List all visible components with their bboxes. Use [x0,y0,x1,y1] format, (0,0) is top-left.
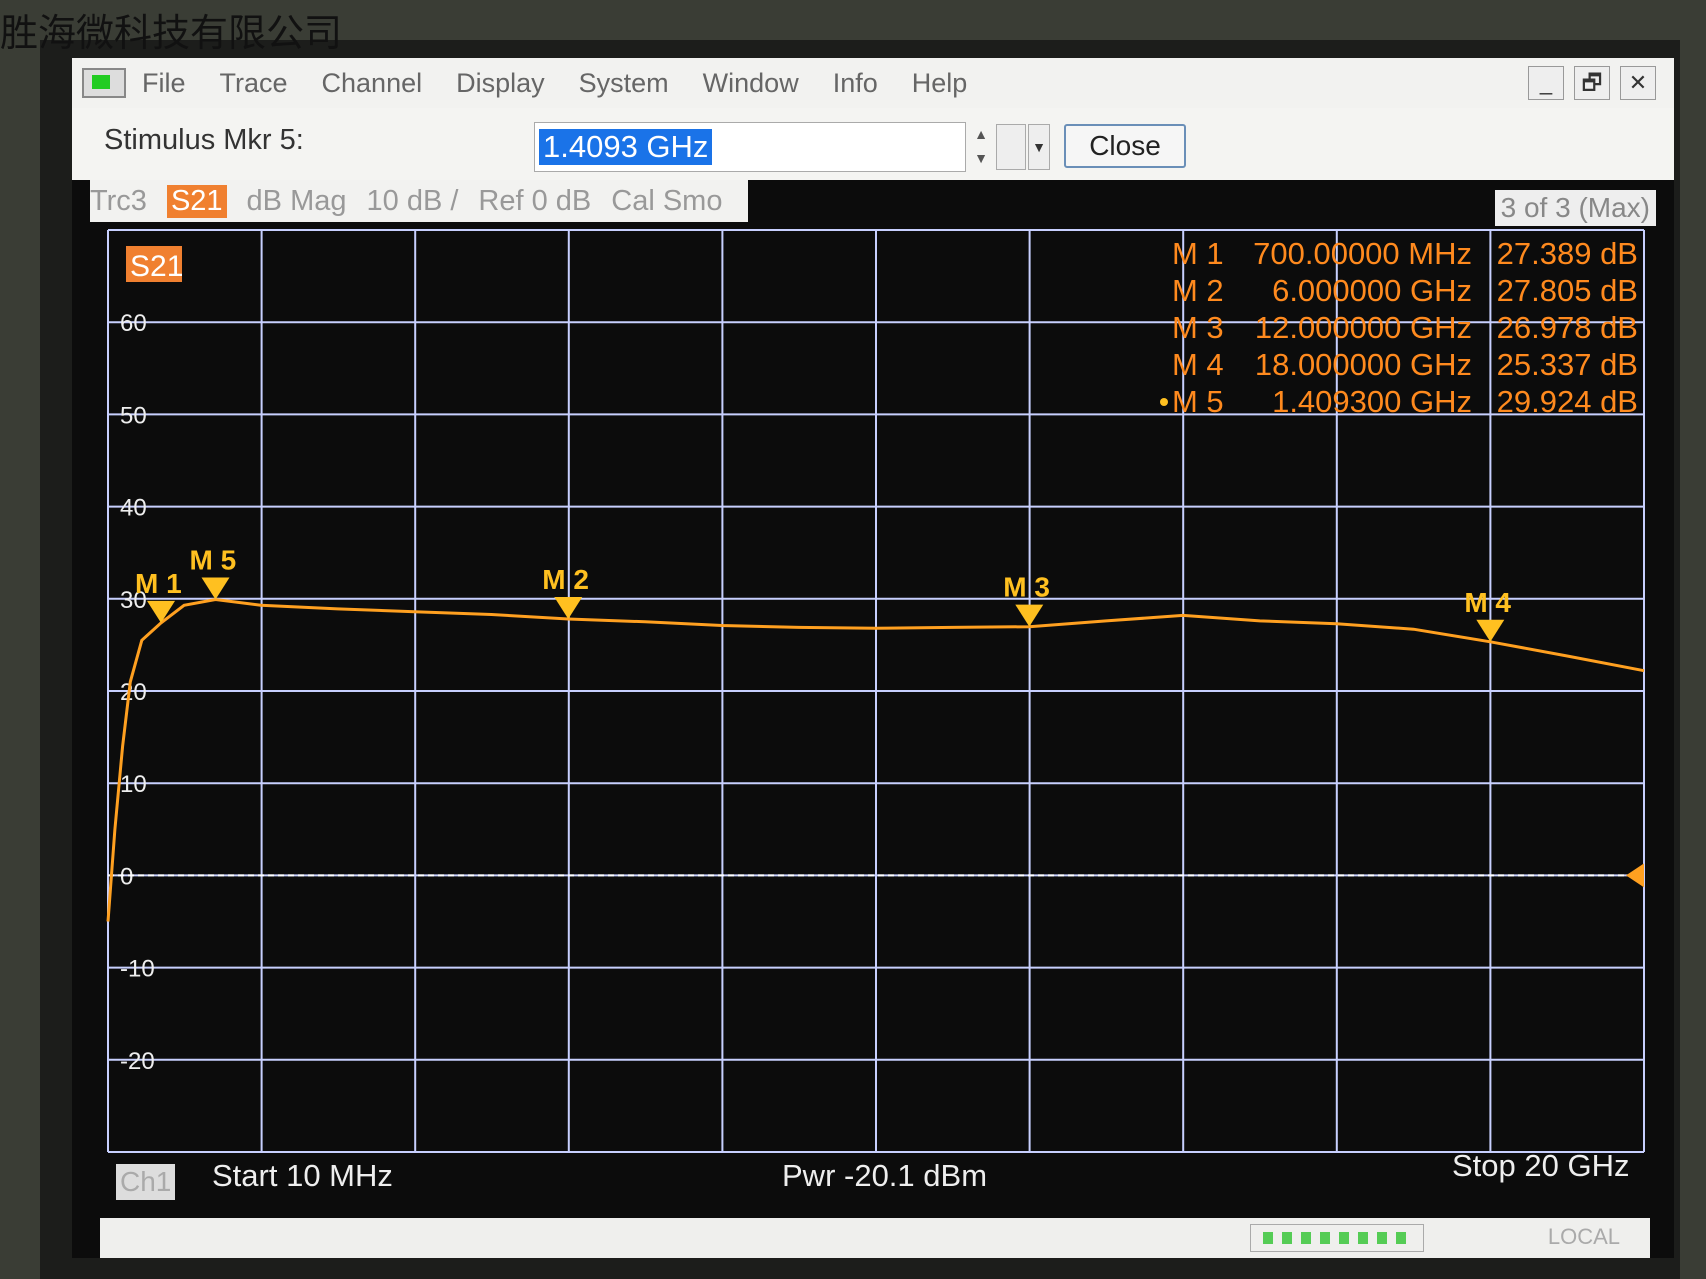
marker-table-label: M 1 [1172,236,1224,271]
y-tick-label: 50 [120,402,147,429]
active-marker-dot [1160,398,1168,406]
marker-triangle-icon [201,577,230,600]
marker-table-label: M 3 [1172,310,1224,345]
y-tick-label: -10 [120,956,155,983]
marker-table-value: 26.978 dB [1497,310,1638,345]
marker-table-value: 27.805 dB [1497,273,1638,308]
y-tick-labels: 6050403020100-10-20 [120,310,155,1075]
marker-table-label: M 4 [1172,347,1224,382]
local-indicator: LOCAL [1547,1224,1620,1249]
power-level[interactable]: Pwr -20.1 dBm [782,1158,987,1194]
marker-table-value: 27.389 dB [1497,236,1638,271]
y-tick-label: 10 [120,771,147,798]
marker-table-stimulus: 12.000000 GHz [1255,310,1472,345]
y-tick-label: 0 [120,863,133,890]
marker-table-stimulus: 1.409300 GHz [1272,384,1472,419]
start-freq[interactable]: Start 10 MHz [212,1158,393,1194]
plot-area: 6050403020100-10-20 M 1M 2M 3M 4M 5 S21 … [106,229,1645,1153]
marker-label: M 2 [542,564,589,595]
status-bar: LOCAL [100,1218,1650,1258]
marker-triangle-icon [1476,619,1505,642]
marker-label: M 5 [190,545,237,576]
marker-table-stimulus: 700.00000 MHz [1253,236,1472,271]
marker-table-value: 29.924 dB [1497,384,1638,419]
marker-table-label: M 2 [1172,273,1224,308]
marker-table-label: M 5 [1172,384,1224,419]
y-tick-label: -20 [120,1048,155,1075]
y-tick-label: 40 [120,495,147,522]
channel-label[interactable]: Ch1 [116,1164,176,1200]
stop-freq[interactable]: Stop 20 GHz [1452,1148,1629,1184]
analyzer-window: File Trace Channel Display System Window… [72,58,1674,1258]
marker-table: M 1 700.00000 MHz 27.389 dB M 2 6.000000 GHz… [1160,236,1638,419]
activity-leds [1250,1224,1424,1252]
marker-label: M 4 [1464,587,1511,618]
reference-arrow-icon [1626,863,1644,888]
marker-table-stimulus: 18.000000 GHz [1255,347,1472,382]
marker-triangle-icon [554,597,583,620]
y-tick-label: 60 [120,310,147,337]
marker-table-value: 25.337 dB [1497,347,1638,382]
marker-label: M 1 [135,568,182,599]
y-tick-label: 20 [120,679,147,706]
marker-label: M 3 [1003,572,1050,603]
marker-triangle-icon [147,600,176,623]
marker-table-stimulus: 6.000000 GHz [1272,273,1472,308]
trace-label: S21 [130,250,183,283]
marker-triangle-icon [1015,604,1044,627]
watermark: 胜海微科技有限公司 [0,11,343,55]
